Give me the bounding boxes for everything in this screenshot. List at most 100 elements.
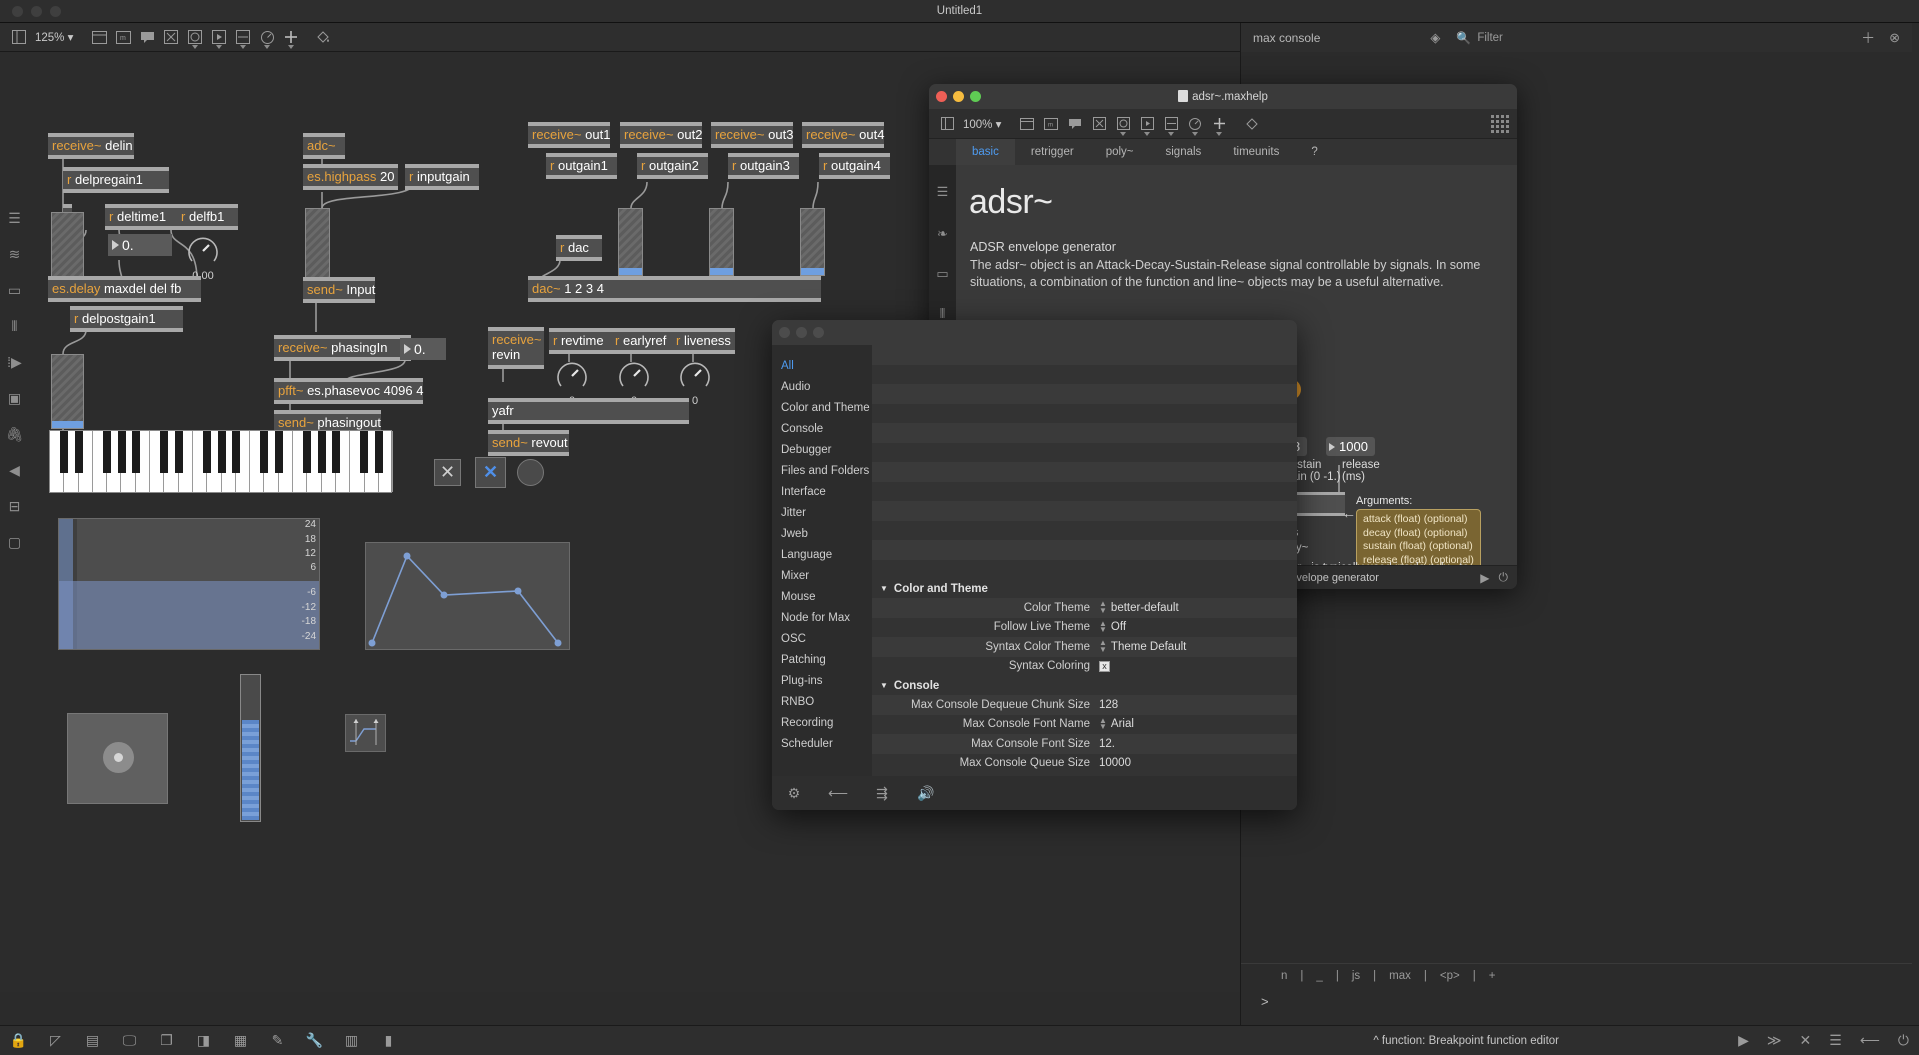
dial-revtime[interactable]: 0 xyxy=(555,359,589,407)
slider-icon[interactable] xyxy=(1159,113,1183,136)
bang-icon[interactable] xyxy=(183,26,207,49)
bang-icon[interactable] xyxy=(1111,113,1135,136)
black-key[interactable] xyxy=(60,431,68,473)
prefs-item-patching[interactable]: Patching xyxy=(772,649,872,670)
prefs-item-audio[interactable]: Audio xyxy=(772,376,872,397)
window-icon[interactable]: ▭ xyxy=(0,272,29,308)
object-es-delay[interactable]: es.delay maxdel del fb xyxy=(48,276,201,302)
row-value[interactable]: 12. xyxy=(1099,738,1115,750)
speaker-icon[interactable]: 🔊 xyxy=(904,785,948,802)
row-value[interactable]: x xyxy=(1099,660,1110,672)
slider-out1[interactable] xyxy=(618,208,643,276)
rounded-square-icon[interactable]: ▢ xyxy=(0,524,29,560)
pencil-icon[interactable]: ✎ xyxy=(259,1032,296,1049)
black-key[interactable] xyxy=(174,431,183,473)
black-key[interactable] xyxy=(274,431,283,473)
plus-icon[interactable] xyxy=(1207,113,1231,136)
row-value[interactable]: ▲ ▼ Theme Default xyxy=(1099,639,1186,653)
dial-earlyref[interactable]: 0 xyxy=(617,359,651,407)
prefs-section-color-and-theme[interactable]: ▼ Color and Theme xyxy=(872,579,1297,598)
message-box-icon[interactable]: m xyxy=(111,26,135,48)
comment-icon[interactable] xyxy=(1063,113,1087,135)
prefs-item-language[interactable]: Language xyxy=(772,544,872,565)
close-window-button[interactable] xyxy=(12,5,23,17)
dial-icon[interactable] xyxy=(1183,113,1207,136)
object-receive-revin[interactable]: receive~ revin xyxy=(488,327,544,369)
row-value[interactable]: 10000 xyxy=(1099,757,1131,769)
object-r-inputgain[interactable]: r inputgain xyxy=(405,164,479,190)
image-icon[interactable]: ▣ xyxy=(0,380,29,416)
close-window-button[interactable] xyxy=(779,327,790,338)
token[interactable]: <p> xyxy=(1440,970,1460,982)
object-box-icon[interactable] xyxy=(87,26,111,48)
object-r-outgain1[interactable]: r outgain1 xyxy=(546,153,617,179)
play-icon[interactable]: ▶ xyxy=(1480,571,1489,585)
plus-icon[interactable]: ＋ xyxy=(1861,28,1875,48)
grid-icon[interactable]: ▦ xyxy=(222,1032,259,1049)
button-icon[interactable] xyxy=(207,26,231,49)
black-key[interactable] xyxy=(374,431,383,473)
layers-icon[interactable]: ❧ xyxy=(929,219,956,249)
paint-bucket-icon[interactable] xyxy=(1239,113,1263,135)
toggle-icon[interactable] xyxy=(159,26,183,48)
object-r-dac[interactable]: r dac xyxy=(556,235,602,261)
prefs-item-interface[interactable]: Interface xyxy=(772,481,872,502)
console-prompt[interactable]: > xyxy=(1261,994,1269,1009)
prefs-section-console[interactable]: ▼ Console xyxy=(872,676,1297,695)
prefs-item-mixer[interactable]: Mixer xyxy=(772,565,872,586)
object-receive-phasingin[interactable]: receive~ phasingIn xyxy=(274,335,411,361)
slider-delay-post[interactable] xyxy=(51,354,84,429)
token[interactable]: n xyxy=(1281,970,1287,982)
object-r-liveness[interactable]: r liveness xyxy=(672,328,735,354)
attachment-icon[interactable]: 🖇 xyxy=(0,416,29,452)
mixer-icon[interactable]: ⇶ xyxy=(860,785,904,802)
prefs-item-all[interactable]: All xyxy=(772,355,872,376)
object-yafr[interactable]: yafr xyxy=(488,398,689,424)
keyboard-widget[interactable] xyxy=(49,430,394,493)
prefs-row-console-font-name[interactable]: Max Console Font Name ▲ ▼ Arial xyxy=(872,715,1297,735)
slider-out2[interactable] xyxy=(709,208,734,276)
black-key[interactable] xyxy=(132,431,140,473)
row-value[interactable]: 128 xyxy=(1099,699,1118,711)
arrow-icon[interactable]: ≫ xyxy=(1767,1032,1782,1049)
sequence-icon[interactable]: ⁞▶ xyxy=(0,344,29,380)
tab-poly[interactable]: poly~ xyxy=(1090,139,1150,165)
sidebar-toggle-icon[interactable] xyxy=(7,26,31,48)
close-icon[interactable]: ⊗ xyxy=(1889,30,1900,46)
row-value[interactable]: ▲ ▼ Arial xyxy=(1099,716,1134,730)
prefs-item-scheduler[interactable]: Scheduler xyxy=(772,733,872,754)
number-box-deltime[interactable]: 0. xyxy=(108,234,172,256)
prefs-item-jitter[interactable]: Jitter xyxy=(772,502,872,523)
release-ms-number-box[interactable]: 1000 xyxy=(1326,437,1375,456)
scope-display[interactable]: 24 18 12 6 -6 -12 -18 -24 xyxy=(58,518,320,650)
list-icon[interactable]: ☰ xyxy=(929,177,956,207)
prefs-item-mouse[interactable]: Mouse xyxy=(772,586,872,607)
tab-signals[interactable]: signals xyxy=(1150,139,1218,165)
help-zoom-level[interactable]: 100% ▾ xyxy=(963,117,1001,131)
black-key[interactable] xyxy=(74,431,83,473)
object-receive-out1[interactable]: receive~ out1 xyxy=(528,122,610,148)
object-r-revtime[interactable]: r revtime xyxy=(549,328,612,354)
number-box-phasing[interactable]: 0. xyxy=(400,338,446,360)
prefs-row-console-font-size[interactable]: Max Console Font Size 12. xyxy=(872,734,1297,754)
grid-icon[interactable] xyxy=(1491,114,1509,133)
slider-input-gain[interactable] xyxy=(305,208,330,288)
device-icon[interactable]: ⊟ xyxy=(0,488,29,524)
function-editor[interactable] xyxy=(365,542,570,650)
token[interactable]: max xyxy=(1389,970,1411,982)
debug-icon[interactable]: ◨ xyxy=(185,1032,222,1049)
prefs-row-syntax-coloring[interactable]: Syntax Coloring x xyxy=(872,657,1297,677)
token[interactable]: + xyxy=(1489,970,1496,982)
object-receive-delin[interactable]: receive~ delin xyxy=(48,133,134,159)
black-key[interactable] xyxy=(260,431,268,473)
tab-basic[interactable]: basic xyxy=(956,139,1015,165)
black-key[interactable] xyxy=(317,431,326,473)
object-receive-out4[interactable]: receive~ out4 xyxy=(802,122,884,148)
slider-icon[interactable] xyxy=(231,26,255,49)
prefs-item-console[interactable]: Console xyxy=(772,418,872,439)
black-key[interactable] xyxy=(360,431,368,473)
object-r-outgain4[interactable]: r outgain4 xyxy=(819,153,890,179)
maximize-window-button[interactable] xyxy=(813,327,824,338)
black-key[interactable] xyxy=(232,431,240,473)
prefs-row-console-queue-size[interactable]: Max Console Queue Size 10000 xyxy=(872,754,1297,774)
